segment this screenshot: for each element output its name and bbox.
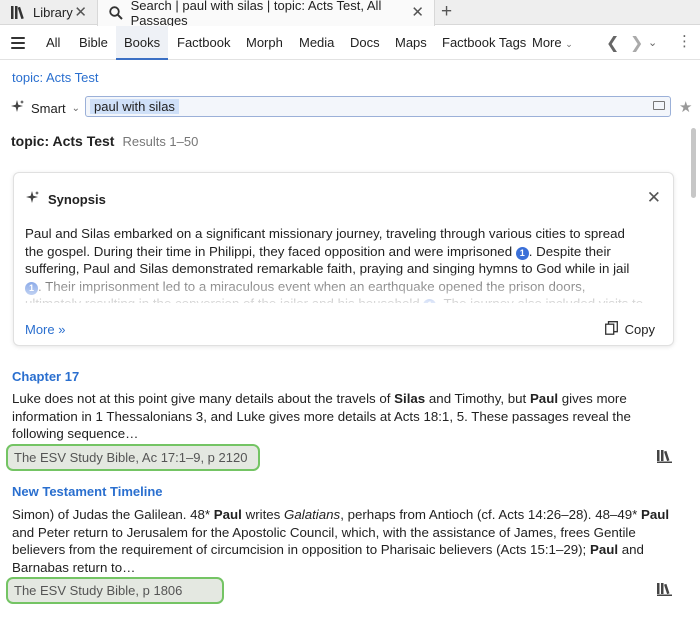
nav-books[interactable]: Books: [116, 26, 169, 60]
synopsis-title: Synopsis: [48, 191, 106, 207]
search-icon: [108, 5, 124, 21]
tab-search[interactable]: Search | paul with silas | topic: Acts T…: [97, 0, 435, 28]
more-link[interactable]: More »: [25, 322, 65, 337]
resource-type-nav: All Bible Books Factbook Morph Media Doc…: [0, 26, 700, 60]
sparkle-icon: [25, 190, 40, 208]
synopsis-card: Synopsis ✕ Paul and Silas embarked on a …: [13, 172, 674, 346]
search-query: paul with silas: [90, 99, 179, 114]
back-arrow-icon[interactable]: ❮: [606, 33, 619, 53]
results-count: Results 1–50: [122, 134, 199, 149]
synopsis-header: Synopsis: [25, 190, 106, 208]
smart-mode-label: Smart: [31, 100, 66, 116]
sparkle-icon: [10, 99, 25, 117]
tab-library[interactable]: Library ✕: [0, 0, 97, 25]
chevron-down-icon: ⌄: [565, 39, 573, 49]
tab-library-label: Library: [33, 5, 73, 20]
copy-button[interactable]: Copy: [604, 321, 655, 338]
highlighted-term: Paul: [213, 507, 242, 522]
star-icon[interactable]: ★: [679, 98, 692, 116]
nav-factbook[interactable]: Factbook: [177, 26, 230, 60]
chevron-down-icon: ⌄: [71, 102, 81, 114]
nav-bible[interactable]: Bible: [79, 26, 108, 60]
kebab-menu-icon[interactable]: ⋮: [677, 32, 692, 50]
result-snippet: Simon) of Judas the Galilean. 48* Paul w…: [12, 507, 670, 575]
fade-overlay: [14, 274, 673, 308]
result-title[interactable]: Chapter 17: [12, 369, 79, 384]
menu-icon[interactable]: [11, 37, 25, 49]
copy-label: Copy: [624, 322, 655, 337]
close-icon[interactable]: ✕: [411, 5, 424, 20]
nav-maps[interactable]: Maps: [395, 26, 427, 60]
results-heading: topic: Acts Test Results 1–50: [11, 133, 198, 149]
close-icon[interactable]: ✕: [647, 189, 661, 206]
highlighted-term: Paul: [529, 391, 559, 406]
nav-more-label: More: [532, 35, 562, 50]
topic-link[interactable]: topic: Acts Test: [12, 70, 98, 85]
copy-icon: [604, 321, 618, 338]
citation-badge[interactable]: 1: [515, 246, 529, 260]
highlighted-term: Paul: [589, 542, 619, 558]
library-icon: [10, 5, 26, 21]
highlighted-term: Silas: [394, 391, 426, 406]
result-source[interactable]: The ESV Study Bible, p 1806: [6, 577, 224, 604]
nav-all[interactable]: All: [46, 26, 60, 60]
page-title: topic: Acts Test: [11, 133, 115, 149]
result-source-label: The ESV Study Bible, p 1806: [14, 583, 183, 598]
smart-mode-dropdown[interactable]: Smart ⌄: [10, 99, 80, 117]
nav-factbook-tags[interactable]: Factbook Tags: [442, 26, 526, 60]
result-snippet: Luke does not at this point give many de…: [12, 391, 631, 442]
tab-strip: Library ✕ Search | paul with silas | top…: [0, 0, 700, 28]
new-tab-icon[interactable]: +: [441, 1, 452, 23]
search-input[interactable]: paul with silas: [85, 96, 671, 117]
result-source[interactable]: The ESV Study Bible, Ac 17:1–9, p 2120: [6, 444, 260, 471]
close-icon[interactable]: ✕: [74, 5, 87, 20]
nav-docs[interactable]: Docs: [350, 26, 380, 60]
nav-more[interactable]: More ⌄: [532, 26, 573, 60]
tab-search-label: Search | paul with silas | topic: Acts T…: [130, 0, 382, 28]
scrollbar-thumb[interactable]: [691, 128, 696, 198]
nav-morph[interactable]: Morph: [246, 26, 283, 60]
result-source-label: The ESV Study Bible, Ac 17:1–9, p 2120: [14, 450, 248, 465]
library-icon[interactable]: [657, 450, 672, 468]
library-icon[interactable]: [657, 583, 672, 601]
highlighted-term: Paul: [641, 507, 670, 522]
history-chevron-icon[interactable]: ⌄: [648, 36, 657, 49]
keyboard-icon[interactable]: [653, 101, 665, 110]
nav-media[interactable]: Media: [299, 26, 334, 60]
result-title[interactable]: New Testament Timeline: [12, 484, 163, 499]
italic-term: Galatians: [284, 507, 341, 522]
forward-arrow-icon[interactable]: ❯: [630, 33, 643, 53]
